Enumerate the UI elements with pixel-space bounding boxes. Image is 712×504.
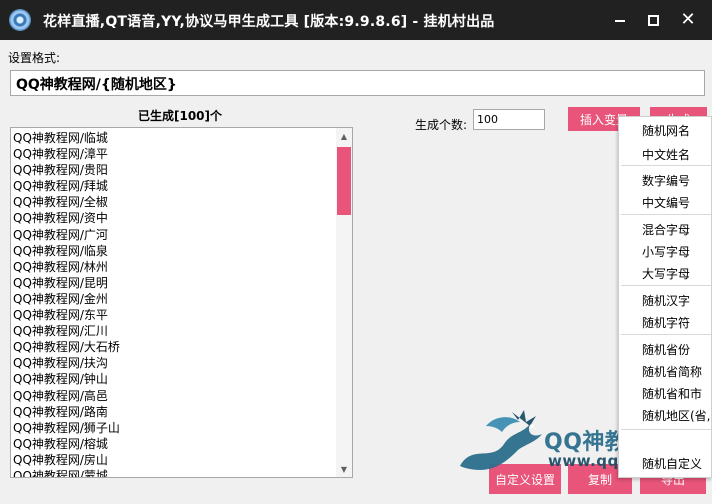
list-item[interactable]: QQ神教程网/汇川 <box>13 323 120 339</box>
list-item[interactable]: QQ神教程网/高邑 <box>13 388 120 404</box>
menu-item-lowercase[interactable]: 小写字母 <box>642 243 690 260</box>
menu-item-province-city[interactable]: 随机省和市 <box>642 385 702 402</box>
scroll-down-icon[interactable]: ▼ <box>336 461 352 477</box>
menu-item-uppercase[interactable]: 大写字母 <box>642 265 690 282</box>
variable-menu: 随机网名 中文姓名 数字编号 中文编号 混合字母 小写字母 大写字母 随机汉字 … <box>618 116 712 478</box>
list-item[interactable]: QQ神教程网/临城 <box>13 130 120 146</box>
list-item[interactable]: QQ神教程网/拜城 <box>13 178 120 194</box>
menu-item-random-province[interactable]: 随机省份 <box>642 341 690 358</box>
menu-item-random-char[interactable]: 随机字符 <box>642 314 690 331</box>
menu-item-chinese-name[interactable]: 中文姓名 <box>642 146 690 163</box>
list-item[interactable]: QQ神教程网/广河 <box>13 227 120 243</box>
list-item[interactable]: QQ神教程网/资中 <box>13 210 120 226</box>
list-item[interactable]: QQ神教程网/贵阳 <box>13 162 120 178</box>
list-item[interactable]: QQ神教程网/蒙城 <box>13 468 120 477</box>
list-item[interactable]: QQ神教程网/狮子山 <box>13 420 120 436</box>
app-icon <box>9 9 31 31</box>
menu-item-random-region[interactable]: 随机地区(省,市) <box>642 407 711 424</box>
menu-separator <box>621 334 711 335</box>
menu-item-number-id[interactable]: 数字编号 <box>642 172 690 189</box>
minimize-button[interactable] <box>605 6 635 34</box>
window-title: 花样直播,QT语音,YY,协议马甲生成工具 [版本:9.9.8.6] - 挂机村… <box>43 14 495 30</box>
count-label: 生成个数: <box>415 118 468 132</box>
list-item[interactable]: QQ神教程网/榕城 <box>13 436 120 452</box>
menu-separator <box>621 214 711 215</box>
title-bar: 花样直播,QT语音,YY,协议马甲生成工具 [版本:9.9.8.6] - 挂机村… <box>0 0 712 40</box>
menu-separator <box>621 165 711 166</box>
format-label: 设置格式: <box>8 51 61 65</box>
list-item[interactable]: QQ神教程网/金州 <box>13 291 120 307</box>
generated-list-items: QQ神教程网/临城 QQ神教程网/漳平 QQ神教程网/贵阳 QQ神教程网/拜城 QQ神教… <box>13 130 120 477</box>
menu-separator <box>621 429 711 430</box>
scroll-thumb[interactable] <box>337 147 351 215</box>
generated-list[interactable]: QQ神教程网/临城 QQ神教程网/漳平 QQ神教程网/贵阳 QQ神教程网/拜城 QQ神教… <box>10 127 353 478</box>
list-item[interactable]: QQ神教程网/大石桥 <box>13 339 120 355</box>
dragon-logo-icon <box>460 410 542 470</box>
menu-item-random-custom[interactable]: 随机自定义 <box>642 455 702 472</box>
list-item[interactable]: QQ神教程网/房山 <box>13 452 120 468</box>
close-button[interactable]: ✕ <box>673 6 703 34</box>
list-item[interactable]: QQ神教程网/林州 <box>13 259 120 275</box>
menu-item-random-hanzi[interactable]: 随机汉字 <box>642 292 690 309</box>
list-item[interactable]: QQ神教程网/昆明 <box>13 275 120 291</box>
count-input[interactable]: 100 <box>473 109 545 130</box>
maximize-button[interactable] <box>638 6 668 34</box>
scroll-up-icon[interactable]: ▲ <box>336 128 352 144</box>
menu-item-chinese-number[interactable]: 中文编号 <box>642 194 690 211</box>
list-item[interactable]: QQ神教程网/临泉 <box>13 243 120 259</box>
generated-count-title: 已生成[100]个 <box>137 109 223 123</box>
format-input[interactable]: QQ神教程网/{随机地区} <box>10 70 705 96</box>
minimize-icon <box>615 20 625 22</box>
list-item[interactable]: QQ神教程网/全椒 <box>13 194 120 210</box>
list-item[interactable]: QQ神教程网/钟山 <box>13 371 120 387</box>
list-scrollbar[interactable]: ▲ ▼ <box>336 128 352 477</box>
menu-item-province-abbr[interactable]: 随机省简称 <box>642 363 702 380</box>
list-item[interactable]: QQ神教程网/路南 <box>13 404 120 420</box>
menu-item-mixed-letters[interactable]: 混合字母 <box>642 221 690 238</box>
list-item[interactable]: QQ神教程网/漳平 <box>13 146 120 162</box>
list-item[interactable]: QQ神教程网/扶沟 <box>13 355 120 371</box>
close-icon: ✕ <box>680 9 696 30</box>
menu-separator <box>621 285 711 286</box>
menu-item-random-nickname[interactable]: 随机网名 <box>642 122 690 139</box>
list-item[interactable]: QQ神教程网/东平 <box>13 307 120 323</box>
maximize-icon <box>647 14 659 26</box>
